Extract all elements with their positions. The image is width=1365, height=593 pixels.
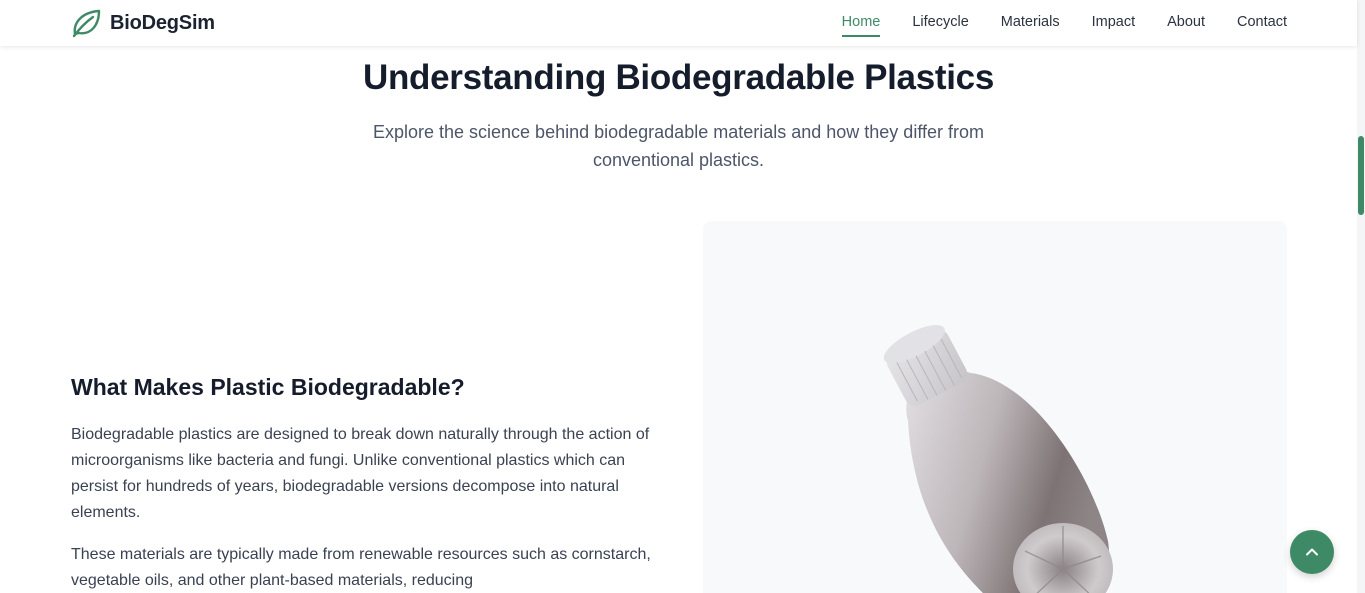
nav-link-lifecycle[interactable]: Lifecycle <box>912 14 968 37</box>
nav-link-materials[interactable]: Materials <box>1001 14 1060 37</box>
back-to-top-button[interactable] <box>1290 530 1334 574</box>
scrollbar-thumb[interactable] <box>1358 136 1364 215</box>
bottle-3d-model <box>883 325 1113 593</box>
section-heading: What Makes Plastic Biodegradable? <box>71 374 465 400</box>
nav-link-home[interactable]: Home <box>841 14 881 37</box>
body-paragraph: These materials are typically made from … <box>71 546 651 589</box>
chevron-up-icon <box>1304 544 1320 560</box>
nav-link-contact[interactable]: Contact <box>1237 14 1287 37</box>
top-navbar: BioDegSim Home Lifecycle Materials Impac… <box>0 0 1357 46</box>
brand-name: BioDegSim <box>110 11 215 34</box>
nav-link-about[interactable]: About <box>1167 14 1205 37</box>
page-title: Understanding Biodegradable Plastics <box>362 58 994 97</box>
page-subtitle: Explore the science behind biodegradable… <box>372 122 985 170</box>
scrollbar-track[interactable] <box>1357 0 1365 593</box>
leaf-icon <box>71 8 102 38</box>
3d-model-viewer[interactable] <box>703 221 1287 593</box>
brand[interactable]: BioDegSim <box>71 8 215 38</box>
nav-menu: Home Lifecycle Materials Impact About Co… <box>841 14 1287 37</box>
body-paragraph: Biodegradable plastics are designed to b… <box>71 426 650 521</box>
nav-link-impact[interactable]: Impact <box>1092 14 1136 37</box>
